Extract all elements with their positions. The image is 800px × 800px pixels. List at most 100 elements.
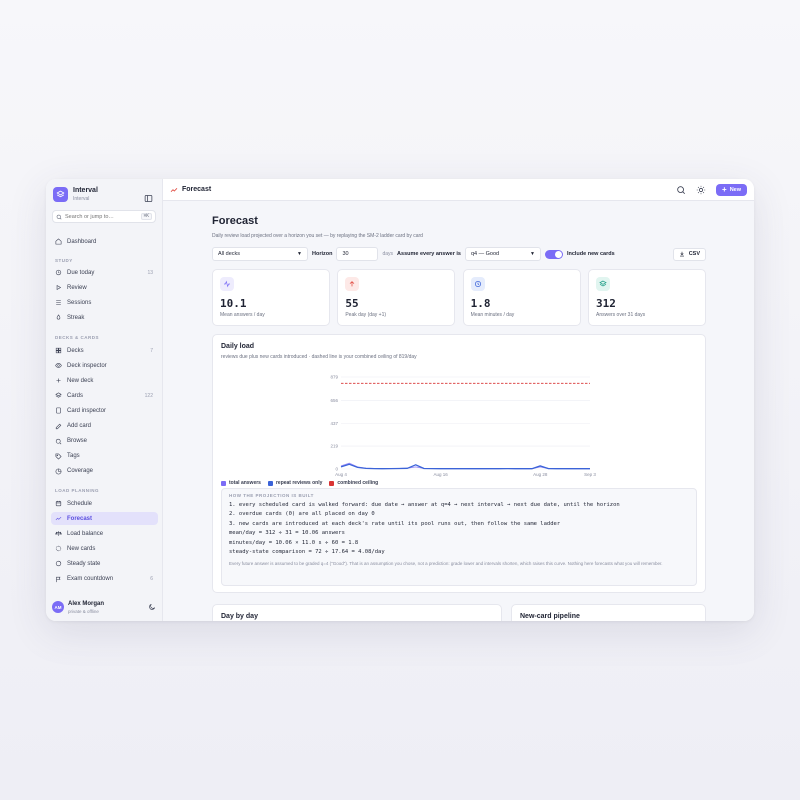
browse-icon xyxy=(55,438,62,444)
stat-value: 55 xyxy=(345,297,359,310)
sidebar-item-tags[interactable]: Tags xyxy=(51,450,158,463)
search-input[interactable] xyxy=(65,213,133,220)
load-balance-icon xyxy=(55,531,62,537)
stat-card: 55 Peak day (day +1) xyxy=(337,269,456,326)
horizon-unit: days xyxy=(382,251,394,257)
stat-card: 312 Answers over 31 days xyxy=(587,269,706,326)
daily-load-subtitle: reviews due plus new cards introduced · … xyxy=(221,354,417,360)
y-tick-label: 879 xyxy=(330,375,338,380)
section-study: STUDY xyxy=(55,258,73,263)
chevron-down-icon: ▼ xyxy=(530,251,535,257)
legend-swatch xyxy=(221,480,226,486)
stat-value: 312 xyxy=(595,297,616,310)
sidebar-item-label: Dashboard xyxy=(67,238,97,245)
sidebar-item-deck-inspector[interactable]: Deck inspector xyxy=(51,359,158,372)
layers-icon xyxy=(595,277,610,291)
decks-icon xyxy=(55,347,62,354)
legend-swatch xyxy=(267,480,273,486)
sidebar-item-review[interactable]: Review xyxy=(51,281,158,294)
sidebar-item-label: Coverage xyxy=(67,468,94,475)
sidebar-item-card-inspector[interactable]: Card inspector xyxy=(51,404,158,417)
stat-label: Mean answers / day xyxy=(220,312,265,318)
grade-select[interactable]: q4 — Good ▼ xyxy=(464,247,541,261)
sidebar-item-new-cards[interactable]: New cards xyxy=(51,542,158,555)
csv-button[interactable]: CSV xyxy=(672,247,706,261)
sidebar-item-label: Decks xyxy=(67,347,84,354)
stat-value: 10.1 xyxy=(220,297,247,310)
sidebar-item-count: 6 xyxy=(150,576,153,582)
new-button[interactable]: + New xyxy=(716,183,747,196)
add-card-icon xyxy=(55,423,62,429)
sidebar-item-count: 7 xyxy=(150,347,153,354)
deck-select[interactable]: All decks ▼ xyxy=(212,247,308,261)
legend-item: repeat reviews only xyxy=(267,480,322,486)
sidebar-item-label: Steady state xyxy=(67,560,101,567)
include-new-label: Include new cards xyxy=(566,251,615,257)
sidebar-item-count: 13 xyxy=(147,269,153,276)
topbar: Forecast + New xyxy=(163,179,754,201)
sidebar-item-add-card[interactable]: Add card xyxy=(51,420,158,433)
stat-value: 1.8 xyxy=(470,297,491,310)
y-tick-label: 0 xyxy=(335,467,338,472)
sidebar-item-label: Exam countdown xyxy=(67,576,114,582)
sidebar-item-cards[interactable]: Cards 122 xyxy=(51,389,158,402)
section-decks: DECKS & CARDS xyxy=(55,335,100,340)
sidebar-item-label: Tags xyxy=(67,453,80,460)
download-icon xyxy=(679,251,684,257)
sidebar-item-load-balance[interactable]: Load balance xyxy=(51,527,158,540)
sun-icon[interactable] xyxy=(696,185,706,195)
search-icon[interactable] xyxy=(676,185,686,195)
sidebar-item-schedule[interactable]: Schedule xyxy=(51,497,158,510)
y-tick-label: 656 xyxy=(330,398,338,403)
page-content: Forecast Daily review load projected ove… xyxy=(212,215,706,621)
due-today-icon xyxy=(55,269,62,276)
stat-label: Answers over 31 days xyxy=(595,312,646,318)
sidebar-item-label: Add card xyxy=(67,423,92,429)
day-by-day-title: Day by day xyxy=(221,613,258,620)
x-tick-label: Aug 28 xyxy=(533,472,548,477)
sidebar-item-label: Card inspector xyxy=(67,407,107,414)
daily-load-card: Daily load reviews due plus new cards in… xyxy=(212,334,706,593)
sidebar-toggle-icon[interactable] xyxy=(144,190,153,202)
app-window: Interval Interval ⌘K Dashboard STUDY Due… xyxy=(46,179,754,621)
legend-label: total answers xyxy=(229,480,261,486)
sidebar-item-label: Cards xyxy=(67,392,84,399)
search-box[interactable]: ⌘K xyxy=(52,210,156,223)
streak-icon xyxy=(56,314,61,320)
sidebar-item-streak[interactable]: Streak xyxy=(51,311,158,324)
x-tick-label: Aug 4 xyxy=(335,472,347,477)
sidebar-item-forecast[interactable]: Forecast xyxy=(51,512,158,526)
search-shortcut: ⌘K xyxy=(140,213,152,220)
day-by-day-card: Day by day xyxy=(212,604,502,621)
y-tick-label: 437 xyxy=(330,421,338,426)
trend-icon xyxy=(170,187,178,192)
sidebar-item-decks[interactable]: Decks 7 xyxy=(51,344,158,357)
page-title: Forecast xyxy=(212,215,258,227)
user-profile[interactable]: AM Alex Morgan private & offline xyxy=(52,599,156,615)
legend-item: combined ceiling xyxy=(329,480,378,486)
sidebar-item-sessions[interactable]: Sessions xyxy=(51,296,158,309)
sidebar-item-due-today[interactable]: Due today 13 xyxy=(51,266,158,279)
sidebar-item-coverage[interactable]: Coverage xyxy=(51,465,158,478)
projection-line: 1. every scheduled card is walked forwar… xyxy=(229,501,620,508)
sidebar: Interval Interval ⌘K Dashboard STUDY Due… xyxy=(46,179,163,621)
brand[interactable]: Interval Interval xyxy=(53,187,98,202)
sidebar-item-new-deck[interactable]: New deck xyxy=(51,374,158,387)
search-icon xyxy=(56,214,62,219)
avatar: AM xyxy=(52,601,64,613)
new-cards-icon xyxy=(55,546,62,552)
stat-label: Peak day (day +1) xyxy=(345,312,387,318)
horizon-input[interactable]: 30 xyxy=(336,247,379,261)
moon-icon[interactable] xyxy=(148,603,156,611)
sidebar-item-label: Schedule xyxy=(67,500,93,507)
sidebar-item-browse[interactable]: Browse xyxy=(51,435,158,448)
sidebar-item-label: New cards xyxy=(67,545,96,552)
cards-icon xyxy=(55,392,62,398)
clock-icon xyxy=(470,277,485,291)
projection-line: 3. new cards are introduced at each deck… xyxy=(229,520,561,527)
sidebar-item-exam-countdown[interactable]: Exam countdown 6 xyxy=(51,573,158,586)
user-status: private & offline xyxy=(68,608,99,614)
include-new-toggle[interactable] xyxy=(544,249,563,259)
sidebar-item-dashboard[interactable]: Dashboard xyxy=(51,235,158,248)
sidebar-item-steady-state[interactable]: Steady state xyxy=(51,557,158,570)
